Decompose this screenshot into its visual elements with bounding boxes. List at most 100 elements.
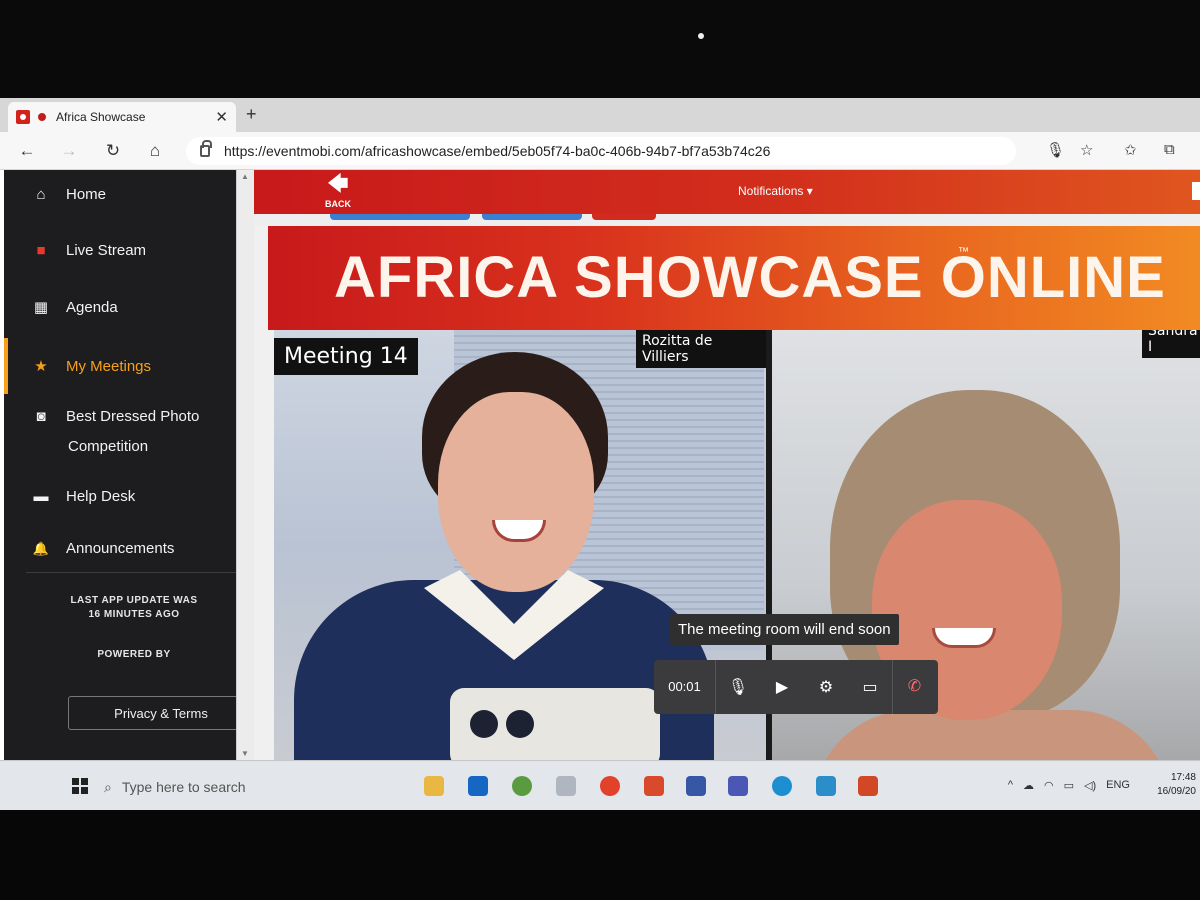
hang-up-phone-icon[interactable]: ✆ xyxy=(892,660,936,714)
monitor-bezel-top xyxy=(0,0,1200,100)
event-banner: AFRICA SHOWCASE ONLINE ™ xyxy=(268,226,1200,330)
app-icon[interactable] xyxy=(644,776,664,796)
participant-face xyxy=(438,392,594,592)
outlook-icon[interactable] xyxy=(468,776,488,796)
back-arrow-icon[interactable]: ← xyxy=(16,140,38,162)
back-label: BACK xyxy=(325,199,351,209)
sub-tab[interactable] xyxy=(592,214,656,220)
privacy-terms-button[interactable]: Privacy & Terms xyxy=(68,696,254,730)
sidebar-item-label: Help Desk xyxy=(66,488,136,505)
screen: Africa Showcase ✕ + ← → ↻ ⌂ https://even… xyxy=(0,98,1200,810)
recording-dot-icon xyxy=(38,113,46,121)
sidebar-item-live-stream[interactable]: ■ Live Stream xyxy=(4,242,236,259)
screen-share-icon[interactable]: ▭ xyxy=(848,677,892,697)
sub-tab[interactable] xyxy=(482,214,582,220)
language-indicator[interactable]: ENG xyxy=(1106,779,1130,792)
sidebar-item-my-meetings[interactable]: ★ My Meetings xyxy=(4,338,236,394)
edge-icon[interactable] xyxy=(772,776,792,796)
app-icon[interactable] xyxy=(816,776,836,796)
favorites-list-icon[interactable]: ✩ xyxy=(1124,141,1137,159)
phone-in-hand xyxy=(450,688,660,760)
main-content: 🡄 BACK Notifications ▾ AFRICA SHOWCASE O… xyxy=(254,170,1200,760)
app-header: 🡄 BACK Notifications ▾ xyxy=(254,170,1200,214)
battery-icon[interactable]: ▭ xyxy=(1064,779,1074,792)
sidebar-item-announcements[interactable]: 🔔 Announcements xyxy=(4,540,236,557)
reload-icon[interactable]: ↻ xyxy=(102,140,124,162)
tab-close-icon[interactable]: ✕ xyxy=(215,108,228,126)
bell-icon: 🔔 xyxy=(32,540,50,556)
profile-icon[interactable] xyxy=(1192,182,1200,200)
sidebar-divider xyxy=(26,572,262,573)
meeting-ending-toast: The meeting room will end soon xyxy=(670,614,899,645)
microphone-icon[interactable]: 🎙 xyxy=(716,677,760,697)
clock-date: 16/09/20 xyxy=(1157,786,1196,797)
lock-icon xyxy=(200,140,212,157)
forward-arrow-icon[interactable]: → xyxy=(58,140,80,162)
globe-app-icon[interactable] xyxy=(512,776,532,796)
snipping-tool-icon[interactable] xyxy=(556,776,576,796)
system-tray: ^ ☁ ◠ ▭ ◁) ENG xyxy=(1008,779,1130,792)
app-icon[interactable] xyxy=(686,776,706,796)
collections-icon[interactable]: ⧉ xyxy=(1164,141,1175,158)
powered-by-text: POWERED BY xyxy=(97,649,171,660)
video-meeting: Meeting 14 Rozitta de Villiers Sandra I … xyxy=(274,330,1200,760)
tab-title: Africa Showcase xyxy=(56,110,146,124)
site-favicon-icon xyxy=(16,110,30,124)
sidebar-scrollbar[interactable]: ▲ ▼ xyxy=(236,170,254,760)
photo-icon: ◙ xyxy=(36,408,46,425)
phone-lens xyxy=(470,710,498,738)
clock-time: 17:48 xyxy=(1170,772,1196,783)
microphone-permission-icon[interactable]: 🎙 xyxy=(1046,141,1065,159)
search-placeholder: Type here to search xyxy=(121,779,246,795)
participant-smile xyxy=(932,628,996,648)
file-explorer-icon[interactable] xyxy=(424,776,444,796)
chrome-icon[interactable] xyxy=(600,776,620,796)
trademark-mark: ™ xyxy=(958,246,969,258)
volume-icon[interactable]: ◁) xyxy=(1084,779,1096,792)
sidebar-item-label: Agenda xyxy=(66,298,118,316)
star-icon: ★ xyxy=(34,358,48,375)
participant-name-left: Rozitta de Villiers xyxy=(636,330,766,368)
sidebar-item-label: Live Stream xyxy=(66,242,147,259)
monitor-bezel-bottom xyxy=(0,810,1200,900)
clock[interactable]: 17:48 16/09/20 xyxy=(1157,771,1196,799)
camera-icon[interactable]: ▶ xyxy=(760,677,804,697)
wifi-icon[interactable]: ◠ xyxy=(1044,779,1054,792)
browser-tabbar: Africa Showcase ✕ + xyxy=(0,98,1200,132)
sidebar-item-home[interactable]: ⌂ Home xyxy=(4,186,236,203)
notifications-dropdown[interactable]: Notifications ▾ xyxy=(738,184,813,198)
address-bar[interactable]: https://eventmobi.com/africashowcase/emb… xyxy=(186,137,1016,165)
scroll-down-icon[interactable]: ▼ xyxy=(241,749,249,758)
browser-tab[interactable]: Africa Showcase ✕ xyxy=(8,102,236,132)
settings-gear-icon[interactable]: ⚙ xyxy=(804,677,848,697)
taskbar-search[interactable]: ⌕ Type here to search xyxy=(104,771,404,803)
sidebar-item-agenda[interactable]: ▦ Agenda xyxy=(4,298,236,317)
favorite-star-icon[interactable]: ☆ xyxy=(1080,141,1093,159)
sidebar-item-help-desk[interactable]: ▬ Help Desk xyxy=(4,488,236,505)
video-camera-icon: ■ xyxy=(36,242,46,259)
teams-icon[interactable] xyxy=(728,776,748,796)
sub-tab[interactable] xyxy=(330,214,470,220)
cloud-icon[interactable]: ☁ xyxy=(1023,779,1034,792)
call-timer: 00:01 xyxy=(654,660,716,714)
scroll-up-icon[interactable]: ▲ xyxy=(241,172,249,181)
sub-tabs xyxy=(254,214,1200,226)
chevron-up-icon[interactable]: ^ xyxy=(1008,779,1013,792)
sidebar-item-best-dressed[interactable]: ◙ Best Dressed Photo Competition xyxy=(4,402,236,462)
back-button[interactable]: 🡄 BACK xyxy=(318,174,358,212)
windows-start-icon[interactable] xyxy=(72,778,88,794)
phone-lens xyxy=(506,710,534,738)
powerpoint-icon[interactable] xyxy=(858,776,878,796)
meeting-title: Meeting 14 xyxy=(274,338,418,375)
url-text: https://eventmobi.com/africashowcase/emb… xyxy=(224,143,771,159)
sidebar-item-label: Best Dressed Photo Competition xyxy=(66,408,200,455)
event-app: ⌂ Home ■ Live Stream ▦ Agenda ★ My Meeti… xyxy=(0,170,1200,760)
home-icon: ⌂ xyxy=(36,186,46,203)
banner-title: AFRICA SHOWCASE ONLINE xyxy=(334,245,1166,310)
new-tab-button[interactable]: + xyxy=(246,104,257,125)
home-button-icon[interactable]: ⌂ xyxy=(144,140,166,162)
back-arrow-icon: 🡄 xyxy=(327,173,349,195)
folder-icon: ▬ xyxy=(33,488,49,505)
webcam-dot xyxy=(698,33,704,39)
sidebar-item-label: Announcements xyxy=(66,540,175,557)
